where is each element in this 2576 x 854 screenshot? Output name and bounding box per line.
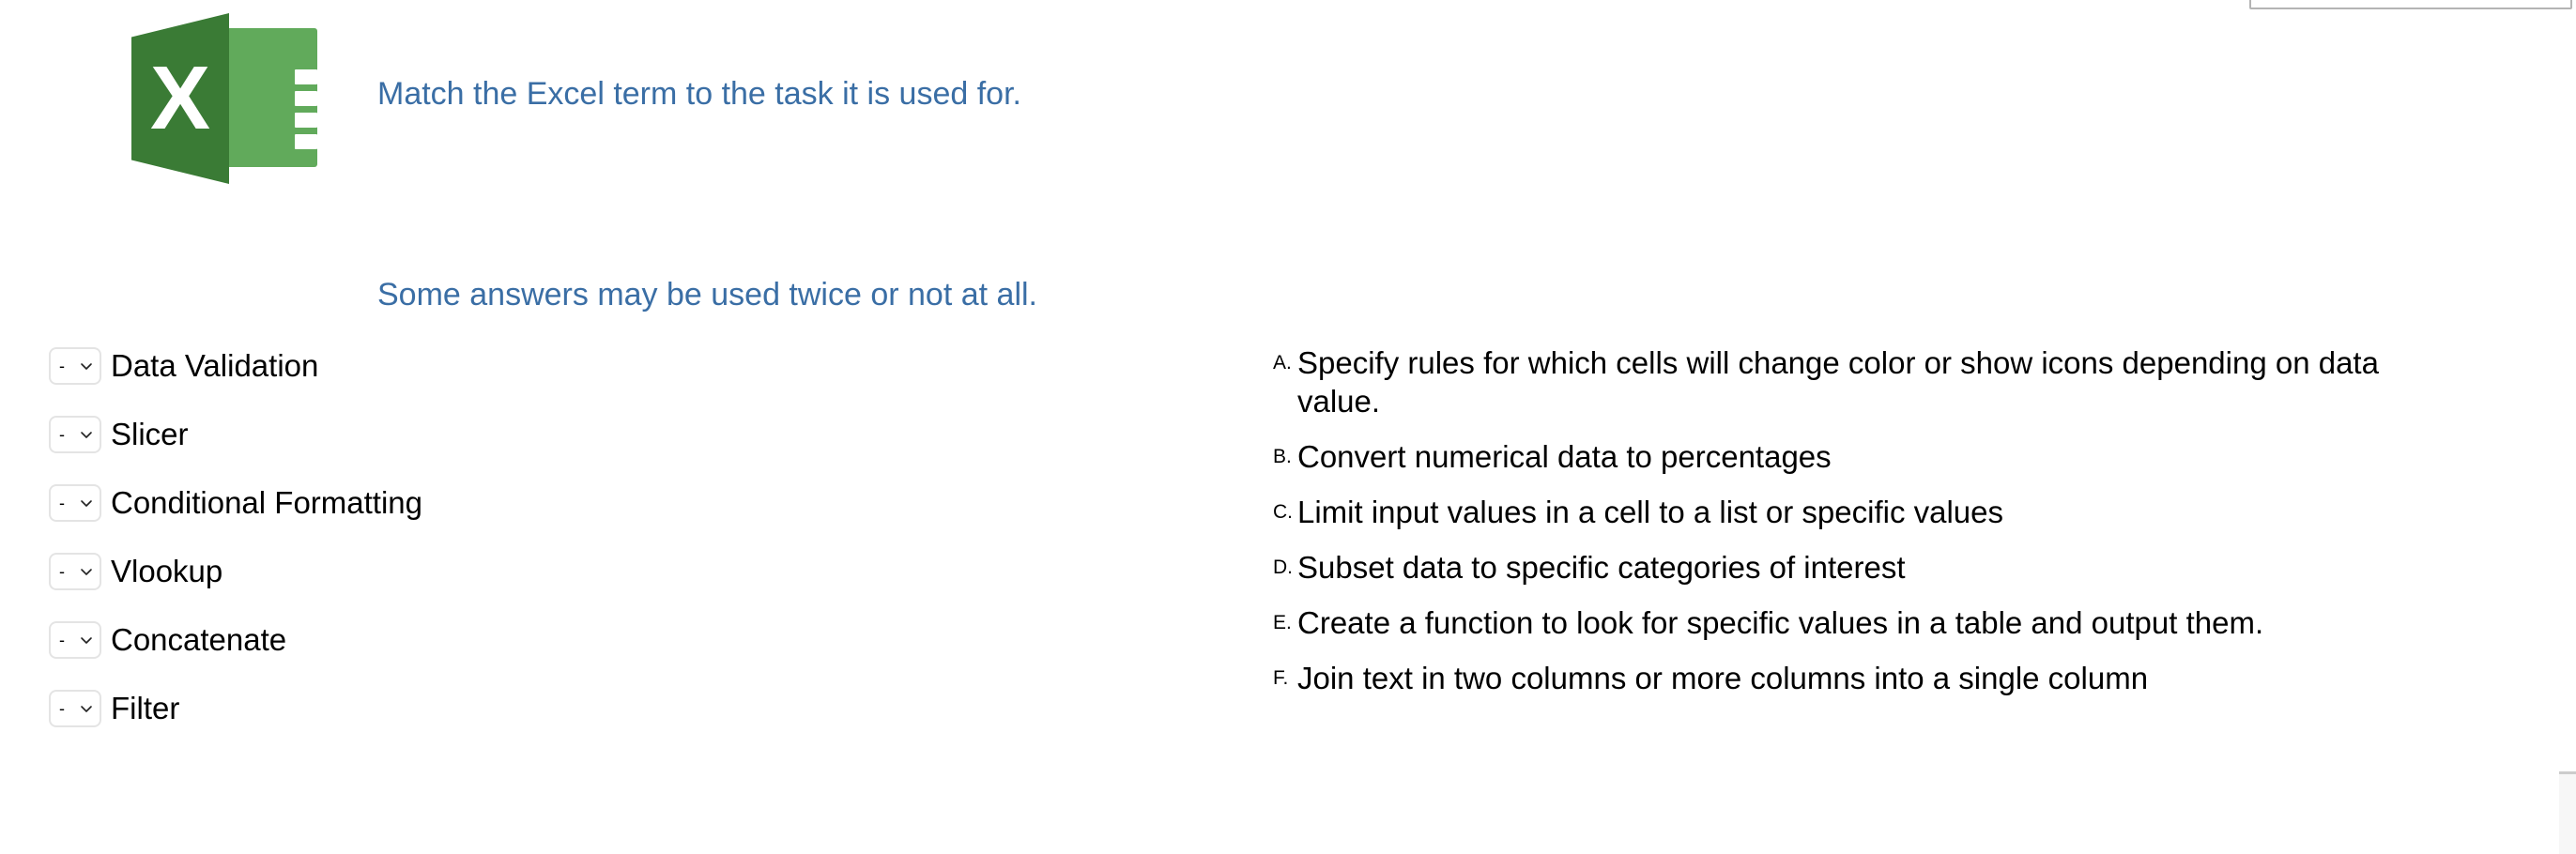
answer-option-text: Create a function to look for specific v… [1297, 605, 2264, 640]
excel-logo-grid-cell [327, 91, 376, 106]
term-row: - Vlookup [49, 548, 1232, 595]
answer-option-letter: A. [1273, 352, 1292, 374]
term-label: Data Validation [111, 348, 319, 383]
vertical-scrollbar[interactable] [2559, 771, 2576, 854]
chevron-down-icon [79, 564, 94, 579]
excel-logo-x-letter: X [149, 48, 211, 148]
term-row: - Conditional Formatting [49, 480, 1232, 526]
answer-option-e: E. Create a function to look for specifi… [1273, 603, 2531, 642]
answer-select-conditional-formatting[interactable]: - [49, 484, 101, 522]
answer-select-slicer[interactable]: - [49, 416, 101, 453]
term-row: - Data Validation [49, 343, 1232, 389]
excel-logo-grid-cell [327, 134, 376, 149]
answer-options-column: A. Specify rules for which cells will ch… [1273, 343, 2531, 714]
answer-option-d: D. Subset data to specific categories of… [1273, 548, 2531, 587]
term-row: - Slicer [49, 411, 1232, 458]
question-prompt-note: Some answers may be used twice or not at… [377, 277, 1037, 313]
term-row: - Filter [49, 685, 1232, 732]
chevron-down-icon [79, 358, 94, 374]
answer-select-data-validation[interactable]: - [49, 347, 101, 385]
answer-select-value: - [59, 494, 65, 512]
answer-option-letter: B. [1273, 446, 1292, 467]
answer-select-value: - [59, 699, 65, 718]
answer-select-value: - [59, 425, 65, 444]
chevron-down-icon [79, 701, 94, 716]
chevron-down-icon [79, 496, 94, 511]
term-row: - Concatenate [49, 617, 1232, 663]
answer-select-value: - [59, 631, 65, 649]
answer-select-value: - [59, 357, 65, 375]
term-label: Conditional Formatting [111, 485, 422, 520]
question-prompt-heading: Match the Excel term to the task it is u… [377, 76, 1021, 112]
excel-logo-grid-cell [295, 69, 317, 84]
answer-select-filter[interactable]: - [49, 690, 101, 727]
excel-logo-grid [295, 69, 377, 158]
chevron-down-icon [79, 633, 94, 648]
chevron-down-icon [79, 427, 94, 442]
term-label: Vlookup [111, 554, 223, 588]
answer-option-text: Limit input values in a cell to a list o… [1297, 495, 2004, 529]
answer-select-vlookup[interactable]: - [49, 553, 101, 590]
term-label: Slicer [111, 417, 189, 451]
answer-option-f: F. Join text in two columns or more colu… [1273, 659, 2531, 697]
answer-option-text: Join text in two columns or more columns… [1297, 661, 2149, 695]
answer-option-text: Subset data to specific categories of in… [1297, 550, 1906, 585]
answer-option-letter: E. [1273, 612, 1292, 633]
answer-option-letter: F. [1273, 667, 1289, 689]
excel-logo-grid-cell [295, 134, 317, 149]
answer-option-letter: C. [1273, 501, 1293, 523]
excel-logo-grid-cell [327, 69, 376, 84]
answer-select-value: - [59, 562, 65, 581]
answer-option-text: Specify rules for which cells will chang… [1297, 345, 2379, 419]
terms-column: - Data Validation - Slicer - Conditional… [49, 343, 1232, 754]
question-page: X Match the Excel term to the task it is… [0, 0, 2576, 854]
excel-logo-grid-cell [327, 113, 376, 128]
top-right-partial-panel[interactable] [2249, 0, 2572, 9]
term-label: Filter [111, 691, 180, 725]
term-label: Concatenate [111, 622, 287, 657]
answer-option-c: C. Limit input values in a cell to a lis… [1273, 493, 2531, 531]
answer-option-text: Convert numerical data to percentages [1297, 439, 1832, 474]
answer-option-a: A. Specify rules for which cells will ch… [1273, 343, 2531, 420]
excel-logo: X [131, 13, 376, 184]
excel-logo-grid-cell [295, 113, 317, 128]
answer-option-b: B. Convert numerical data to percentages [1273, 437, 2531, 476]
answer-option-letter: D. [1273, 557, 1293, 578]
excel-logo-grid-cell [295, 91, 317, 106]
answer-select-concatenate[interactable]: - [49, 621, 101, 659]
